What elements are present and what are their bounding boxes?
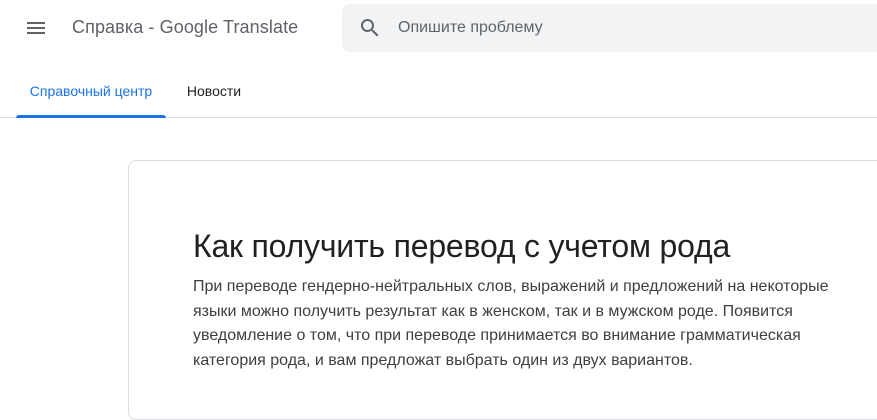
search-input[interactable]: [398, 4, 877, 52]
search-icon[interactable]: [358, 16, 382, 40]
article-card: Как получить перевод с учетом рода При п…: [128, 160, 877, 420]
article-body: При переводе гендерно-нейтральных слов, …: [193, 278, 829, 369]
article-title: Как получить перевод с учетом рода: [193, 228, 731, 264]
search-box[interactable]: [342, 4, 877, 52]
product-title[interactable]: Справка - Google Translate: [72, 17, 298, 38]
app-header: Справка - Google Translate: [0, 0, 877, 56]
tab-news[interactable]: Новости: [174, 64, 254, 117]
tab-help-center[interactable]: Справочный центр: [16, 64, 166, 118]
hamburger-menu-icon: [27, 22, 45, 34]
tab-bar: Справочный центр Новости: [0, 64, 877, 118]
main-menu-button[interactable]: [16, 8, 56, 48]
